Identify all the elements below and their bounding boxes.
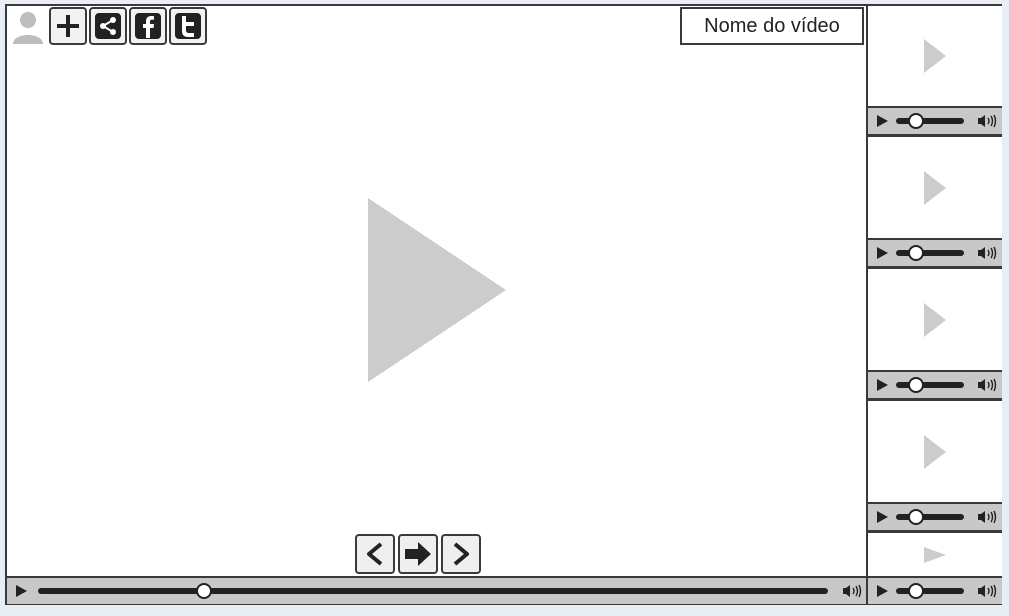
seek-handle[interactable] (908, 113, 925, 129)
share-icon (95, 13, 121, 39)
seek-bar[interactable] (896, 113, 964, 129)
previous-video-button[interactable] (355, 534, 395, 574)
chevron-right-icon (453, 542, 469, 566)
facebook-icon (135, 13, 161, 39)
user-avatar-icon[interactable] (9, 7, 47, 45)
play-icon[interactable] (16, 585, 27, 597)
volume-icon[interactable] (977, 378, 997, 392)
add-button[interactable] (49, 7, 87, 45)
seek-handle[interactable] (195, 583, 212, 599)
thumbnail-control-bar (868, 370, 1002, 398)
seek-bar[interactable] (38, 583, 828, 599)
seek-handle[interactable] (908, 245, 925, 261)
main-control-bar (7, 576, 866, 604)
video-navigation (355, 534, 481, 574)
video-title: Nome do vídeo (680, 7, 864, 45)
related-video-thumbnail[interactable] (868, 533, 1002, 604)
related-video-thumbnail[interactable] (868, 137, 1002, 269)
seek-handle[interactable] (908, 583, 925, 599)
big-play-icon[interactable] (368, 198, 506, 382)
play-icon[interactable] (877, 511, 888, 523)
next-arrow-button[interactable] (398, 534, 438, 574)
volume-icon[interactable] (977, 114, 997, 128)
next-video-button[interactable] (441, 534, 481, 574)
seek-handle[interactable] (908, 509, 925, 525)
thumbnail-play-icon[interactable] (924, 39, 946, 73)
seek-handle[interactable] (908, 377, 925, 393)
volume-icon[interactable] (977, 246, 997, 260)
thumbnail-play-icon[interactable] (924, 434, 946, 469)
twitter-icon (175, 13, 201, 39)
seek-bar[interactable] (896, 377, 964, 393)
thumbnail-control-bar (868, 106, 1002, 134)
thumbnail-play-icon[interactable] (924, 170, 946, 205)
thumbnail-control-bar (868, 238, 1002, 266)
thumbnail-play-icon[interactable] (924, 546, 946, 563)
share-button[interactable] (89, 7, 127, 45)
arrow-right-icon (405, 542, 431, 566)
play-icon[interactable] (877, 247, 888, 259)
related-video-thumbnail[interactable] (868, 269, 1002, 401)
volume-icon[interactable] (977, 584, 997, 598)
social-toolbar (9, 7, 207, 47)
seek-bar[interactable] (896, 509, 964, 525)
thumbnail-control-bar (868, 576, 1002, 604)
volume-icon[interactable] (977, 510, 997, 524)
related-video-thumbnail[interactable] (868, 401, 1002, 533)
play-icon[interactable] (877, 379, 888, 391)
volume-icon[interactable] (842, 584, 862, 598)
play-icon[interactable] (877, 115, 888, 127)
related-video-thumbnail[interactable] (868, 6, 1002, 137)
add-icon (57, 15, 79, 37)
thumbnail-play-icon[interactable] (924, 302, 946, 337)
thumbnail-control-bar (868, 502, 1002, 530)
seek-bar[interactable] (896, 245, 964, 261)
twitter-button[interactable] (169, 7, 207, 45)
chevron-left-icon (367, 542, 383, 566)
seek-bar[interactable] (896, 583, 964, 599)
facebook-button[interactable] (129, 7, 167, 45)
play-icon[interactable] (877, 585, 888, 597)
